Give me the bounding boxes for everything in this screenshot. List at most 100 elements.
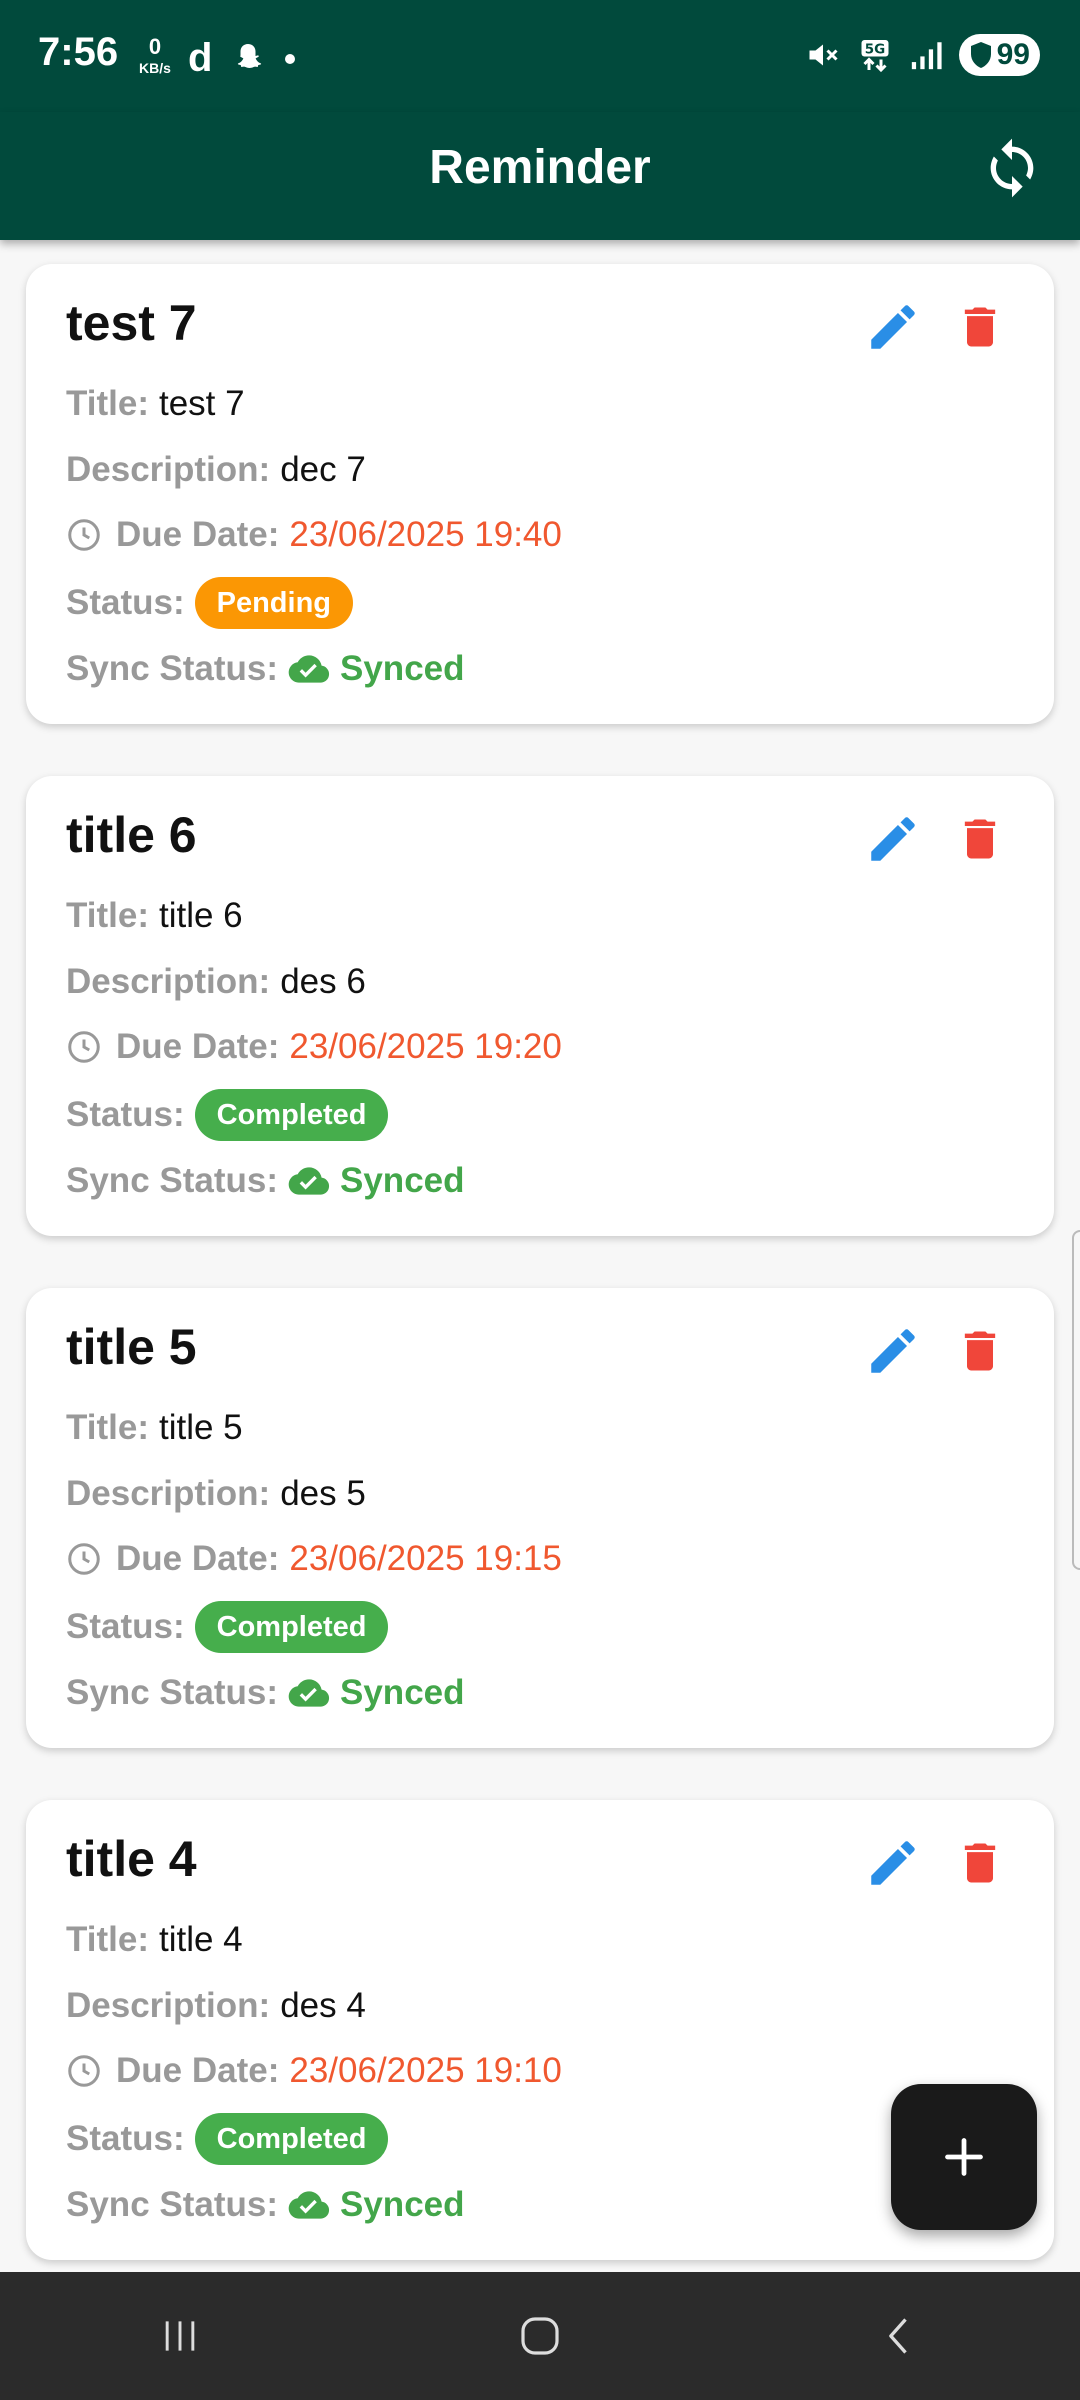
clock-icon xyxy=(68,519,100,551)
description-row: Description: des 5 xyxy=(66,1474,366,1514)
description-row: Description: dec 7 xyxy=(66,450,366,490)
status-row: Status: Pending xyxy=(66,577,354,629)
title-value: title 5 xyxy=(158,1408,243,1447)
title-label: Title: xyxy=(66,384,149,423)
status-label: Status: xyxy=(66,2119,185,2158)
clock-icon xyxy=(68,1543,100,1575)
status-row: Status: Completed xyxy=(66,1089,389,1141)
title-label: Title: xyxy=(66,896,149,935)
reminder-list[interactable]: test 7 Title: test 7 Description: dec 7 … xyxy=(0,240,1080,2270)
description-label: Description: xyxy=(66,450,271,489)
reminder-card[interactable]: test 7 Title: test 7 Description: dec 7 … xyxy=(26,264,1054,724)
description-label: Description: xyxy=(66,1474,271,1513)
due-date-label: Due Date: xyxy=(116,515,280,554)
due-date-label: Due Date: xyxy=(116,2051,280,2090)
due-date-label: Due Date: xyxy=(116,1539,280,1578)
snapchat-icon xyxy=(238,43,262,68)
home-button[interactable] xyxy=(500,2306,580,2366)
cloud-done-icon xyxy=(288,1679,330,1707)
due-date-value: 23/06/2025 19:15 xyxy=(289,1539,562,1578)
status-badge: Pending xyxy=(194,577,354,629)
net-speed: 0 KB/s xyxy=(135,34,175,76)
due-date-value: 23/06/2025 19:10 xyxy=(289,2051,562,2090)
sync-button[interactable] xyxy=(980,136,1044,200)
reminder-heading: title 4 xyxy=(66,1831,197,1887)
status-label: Status: xyxy=(66,583,185,622)
due-date-value: 23/06/2025 19:40 xyxy=(289,515,562,554)
home-icon xyxy=(521,2317,559,2355)
sync-status-row: Sync Status: Synced xyxy=(66,649,465,689)
status-row: Status: Completed xyxy=(66,2113,389,2165)
dot-icon xyxy=(285,53,296,64)
title-value: test 7 xyxy=(158,384,245,423)
pencil-icon xyxy=(871,305,915,349)
title-label: Title: xyxy=(66,1408,149,1447)
sync-icon xyxy=(990,138,1034,198)
signal-icon xyxy=(911,42,942,70)
delete-button[interactable] xyxy=(954,1834,1006,1892)
clock-icon xyxy=(68,1031,100,1063)
sync-status-label: Sync Status: xyxy=(66,1161,278,1200)
status-label: Status: xyxy=(66,1095,185,1134)
battery-icon: 99 xyxy=(958,34,1040,76)
delete-button[interactable] xyxy=(954,298,1006,356)
description-label: Description: xyxy=(66,1986,271,2025)
trash-icon xyxy=(964,307,996,347)
edit-button[interactable] xyxy=(864,298,922,356)
sync-status-label: Sync Status: xyxy=(66,649,278,688)
status-badge: Completed xyxy=(194,1601,389,1653)
status-bar: 7:56 0 KB/s d 5G 99 xyxy=(0,0,1080,112)
title-label: Title: xyxy=(66,1920,149,1959)
reminder-heading: title 5 xyxy=(66,1319,197,1375)
due-date-label: Due Date: xyxy=(116,1027,280,1066)
title-row: Title: test 7 xyxy=(66,384,245,424)
clock-icon xyxy=(68,2055,100,2087)
edit-button[interactable] xyxy=(864,1834,922,1892)
svg-text:5G: 5G xyxy=(864,42,884,58)
back-button[interactable] xyxy=(860,2306,940,2366)
sync-status-row: Sync Status: Synced xyxy=(66,2185,465,2225)
trash-icon xyxy=(964,1331,996,1371)
d-app-icon: d xyxy=(188,36,213,80)
reminder-card[interactable]: title 5 Title: title 5 Description: des … xyxy=(26,1288,1054,1748)
sync-status-row: Sync Status: Synced xyxy=(66,1673,465,1713)
5g-icon: 5G xyxy=(861,40,889,73)
cloud-done-icon xyxy=(288,1167,330,1195)
due-date-row: Due Date: 23/06/2025 19:40 xyxy=(66,515,562,555)
title-value: title 6 xyxy=(158,896,243,935)
pencil-icon xyxy=(871,1841,915,1885)
due-date-row: Due Date: 23/06/2025 19:10 xyxy=(66,2051,562,2091)
scroll-indicator[interactable] xyxy=(1072,1230,1080,1570)
add-reminder-button[interactable] xyxy=(891,2084,1037,2230)
sync-status-label: Sync Status: xyxy=(66,1673,278,1712)
edit-button[interactable] xyxy=(864,810,922,868)
edit-button[interactable] xyxy=(864,1322,922,1380)
reminder-heading: test 7 xyxy=(66,295,197,351)
due-date-row: Due Date: 23/06/2025 19:15 xyxy=(66,1539,562,1579)
status-label: Status: xyxy=(66,1607,185,1646)
cloud-done-icon xyxy=(288,655,330,683)
system-nav-bar xyxy=(0,2272,1080,2400)
cloud-done-icon xyxy=(288,2191,330,2219)
sync-status-label: Sync Status: xyxy=(66,2185,278,2224)
recents-button[interactable] xyxy=(140,2306,220,2366)
shield-icon xyxy=(970,42,991,68)
title-row: Title: title 5 xyxy=(66,1408,243,1448)
recents-icon xyxy=(165,2321,195,2351)
page-title: Reminder xyxy=(429,141,651,194)
battery-level: 99 xyxy=(996,38,1030,71)
description-label: Description: xyxy=(66,962,271,1001)
title-value: title 4 xyxy=(158,1920,243,1959)
delete-button[interactable] xyxy=(954,1322,1006,1380)
sync-status-value: Synced xyxy=(340,1161,465,1200)
plus-icon xyxy=(945,2138,983,2176)
back-icon xyxy=(889,2318,907,2354)
description-value: des 6 xyxy=(280,962,366,1001)
description-value: dec 7 xyxy=(280,450,366,489)
delete-button[interactable] xyxy=(954,810,1006,868)
sync-status-value: Synced xyxy=(340,649,465,688)
trash-icon xyxy=(964,819,996,859)
status-badge: Completed xyxy=(194,1089,389,1141)
reminder-card[interactable]: title 6 Title: title 6 Description: des … xyxy=(26,776,1054,1236)
app-bar: Reminder xyxy=(0,112,1080,240)
